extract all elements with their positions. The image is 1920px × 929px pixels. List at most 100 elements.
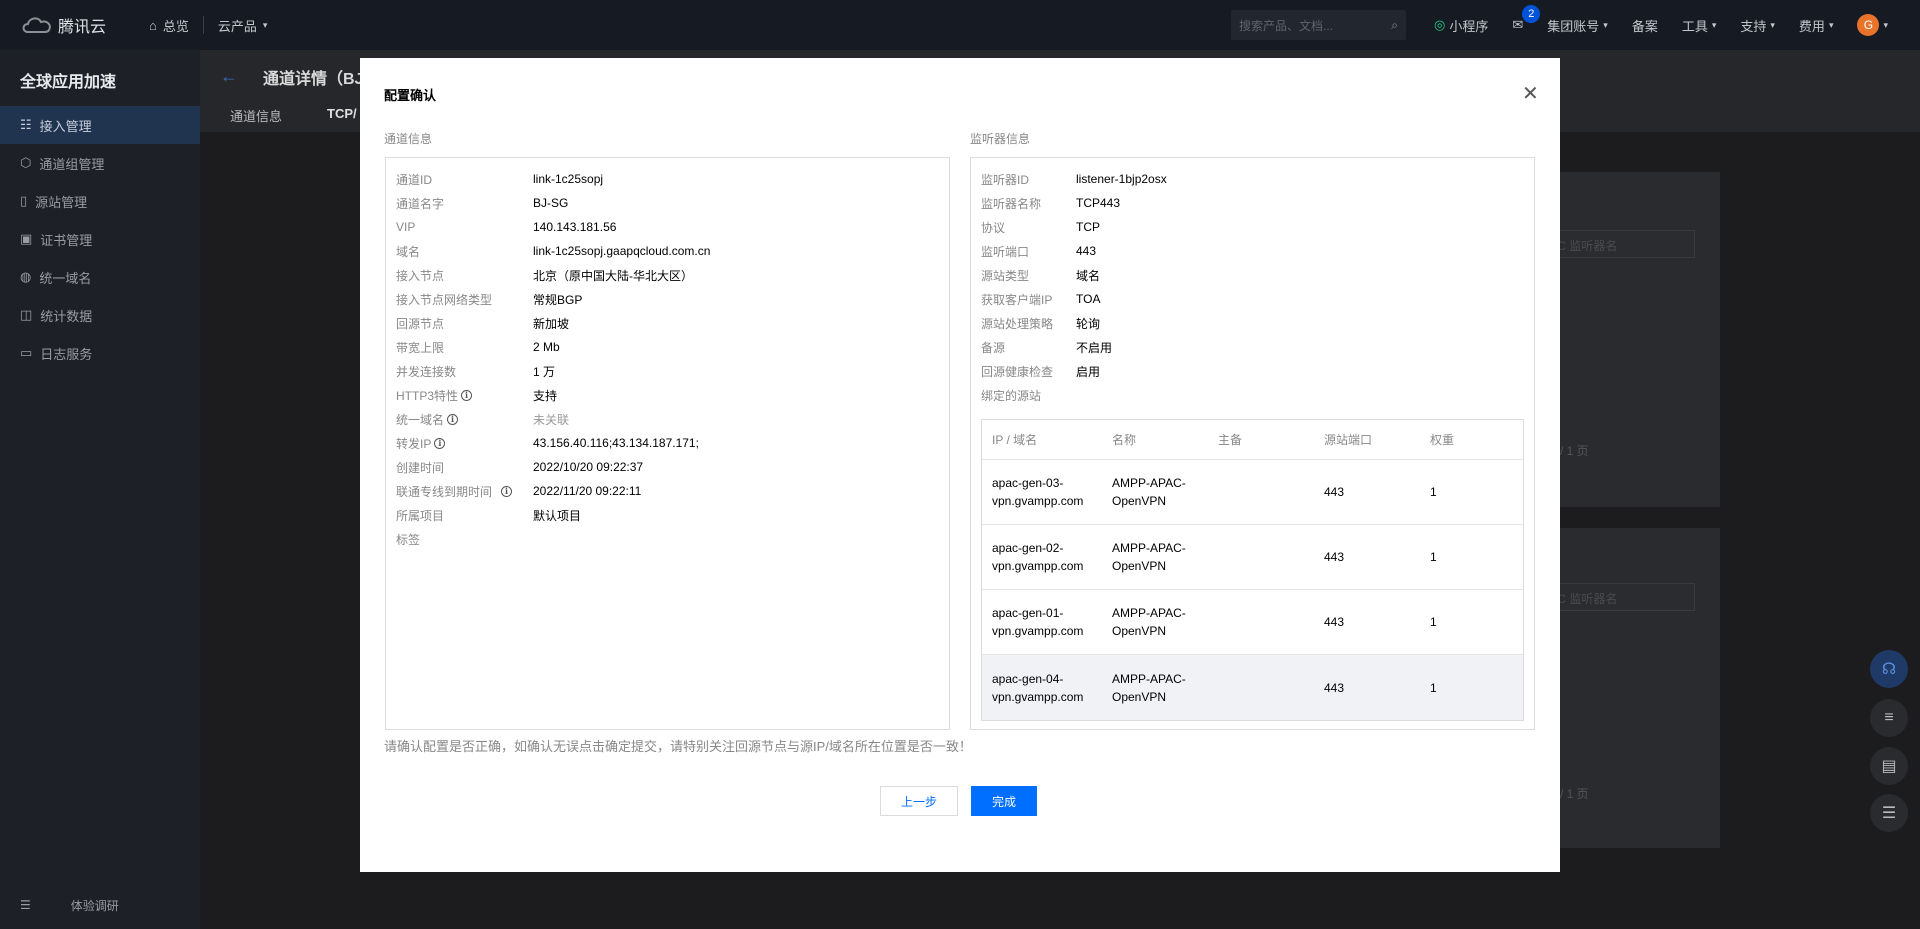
beian-link[interactable]: 备案 [1620, 16, 1670, 35]
sidebar-item-certificate[interactable]: ▣ 证书管理 [0, 220, 200, 258]
tab-tcp[interactable]: TCP/ [327, 106, 357, 121]
mail-button[interactable]: ✉ 2 [1500, 5, 1541, 33]
channel-info-value: 43.156.40.116;43.134.187.171; [533, 436, 699, 450]
nav-products[interactable]: 云产品 ▾ [204, 16, 282, 35]
document-icon[interactable]: ≡ [1870, 699, 1908, 737]
background-search-input[interactable]: IC 监听器名 [1545, 230, 1695, 258]
channel-info-row: 接入节点网络类型 常规BGP [396, 291, 582, 307]
sidebar-item-domain[interactable]: ◍ 统一域名 [0, 258, 200, 296]
background-search-input[interactable]: IC 监听器名 [1545, 583, 1695, 611]
channel-info-key: 统一域名 i [396, 411, 459, 428]
host-line: apac-gen-03- [992, 476, 1064, 490]
user-menu[interactable]: G ▾ [1845, 14, 1900, 36]
channel-info-value: 2022/10/20 09:22:37 [533, 460, 644, 474]
channel-info-key: 带宽上限 [396, 340, 445, 355]
listener-info-row: 源站处理策略 轮询 [981, 315, 1100, 331]
port-cell: 443 [1324, 680, 1345, 695]
tab-channel-info[interactable]: 通道信息 [230, 106, 282, 125]
listener-info-value: 启用 [1076, 364, 1101, 379]
column-header: 主备 [1218, 432, 1243, 447]
channel-info-value: 默认项目 [533, 508, 582, 523]
sidebar-item-log[interactable]: ▭ 日志服务 [0, 334, 200, 372]
config-confirm-dialog: 配置确认 ✕ 通道信息 监听器信息 通道ID link-1c25sopj 通道名… [360, 58, 1560, 872]
listener-info-key: 监听端口 [981, 244, 1030, 259]
headset-icon[interactable]: ☊ [1870, 650, 1908, 688]
nav-overview[interactable]: ⌂ 总览 [135, 16, 203, 35]
channel-info-value: 140.143.181.56 [533, 220, 617, 234]
table-row[interactable]: apac-gen-04- vpn.gvampp.com AMPP-APAC- O… [982, 655, 1523, 720]
listener-info-row: 协议 TCP [981, 219, 1100, 235]
listener-info-value: TOA [1076, 292, 1101, 306]
sidebar-item-label: 源站管理 [35, 194, 88, 210]
background-page-indicator: / 1 页 [1560, 787, 1589, 801]
listener-info-key: 备源 [981, 340, 1006, 355]
table-row[interactable]: apac-gen-01- vpn.gvampp.com AMPP-APAC- O… [982, 590, 1523, 655]
origin-table: IP / 域名 名称 主备 源站端口 权重 apac-gen-03- vpn.g… [981, 419, 1524, 721]
chevron-down-icon: ▾ [262, 19, 268, 30]
column-header: 源站端口 [1324, 432, 1373, 447]
name-line: AMPP-APAC- [1112, 606, 1186, 620]
sidebar-item-stats[interactable]: ◫ 统计数据 [0, 296, 200, 334]
sidebar-item-label: 证书管理 [40, 232, 93, 248]
close-icon[interactable]: ✕ [1522, 84, 1539, 104]
listener-info-value: 轮询 [1076, 316, 1101, 331]
name-cell: AMPP-APAC- OpenVPN [1102, 604, 1208, 640]
info-icon[interactable]: i [447, 413, 459, 425]
group-account-menu[interactable]: 集团账号 ▾ [1535, 16, 1620, 35]
brand-logo[interactable]: 腾讯云 [20, 13, 135, 37]
listener-info-key: 回源健康检查 [981, 364, 1054, 379]
list-icon[interactable]: ☰ [1870, 794, 1908, 832]
mini-program-label: 小程序 [1449, 18, 1489, 34]
port-cell: 443 [1324, 485, 1345, 499]
mail-icon: ✉ [1512, 17, 1524, 32]
search-icon: ⌕ [1391, 17, 1398, 32]
chevron-down-icon: ▾ [1883, 19, 1888, 30]
table-row[interactable]: apac-gen-02- vpn.gvampp.com AMPP-APAC- O… [982, 525, 1523, 590]
avatar: G [1857, 14, 1880, 36]
collapse-menu-icon[interactable]: ☰ [20, 898, 31, 912]
tools-menu[interactable]: 工具 ▾ [1670, 16, 1729, 35]
channel-info-key: 创建时间 [396, 460, 445, 475]
host-line: vpn.gvampp.com [992, 494, 1084, 508]
listener-info-box: 监听器ID listener-1bjp2osx 监听器名称 TCP443 协议 … [970, 157, 1535, 730]
channel-info-key-label: 统一域名 [396, 412, 445, 427]
info-icon[interactable]: i [501, 485, 513, 497]
channel-info-key: 转发IP i [396, 435, 446, 452]
top-navbar: 腾讯云 ⌂ 总览 云产品 ▾ 搜索产品、文档... ⌕ ◎ 小程序 ✉ 2 集团… [0, 0, 1920, 50]
sidebar-item-label: 通道组管理 [39, 156, 105, 172]
global-search-input[interactable]: 搜索产品、文档... ⌕ [1231, 10, 1406, 40]
info-icon[interactable]: i [434, 437, 446, 449]
survey-link[interactable]: 体验调研 [71, 897, 119, 914]
sidebar-item-group[interactable]: ⬡ 通道组管理 [0, 144, 200, 182]
info-icon[interactable]: i [461, 389, 473, 401]
channel-info-key: 回源节点 [396, 316, 445, 331]
listener-info-row: 绑定的源站 [981, 387, 1041, 403]
sidebar: 全球应用加速 ☷ 接入管理 ⬡ 通道组管理 ▯ 源站管理 ▣ 证书管理 ◍ 统一… [0, 50, 200, 929]
mini-program-link[interactable]: ◎ 小程序 [1422, 16, 1500, 35]
channel-info-row: 回源节点 新加坡 [396, 315, 569, 331]
listener-info-key: 源站处理策略 [981, 316, 1054, 331]
channel-info-row: VIP 140.143.181.56 [396, 219, 616, 235]
host-cell: apac-gen-01- vpn.gvampp.com [982, 604, 1102, 640]
channel-info-row: 创建时间 2022/10/20 09:22:37 [396, 459, 643, 475]
listener-section-label: 监听器信息 [970, 132, 1031, 146]
billing-menu[interactable]: 费用 ▾ [1787, 16, 1846, 35]
support-menu[interactable]: 支持 ▾ [1728, 16, 1787, 35]
back-arrow-icon[interactable]: ← [220, 66, 238, 87]
sidebar-item-label: 接入管理 [39, 118, 92, 134]
table-row[interactable]: apac-gen-03- vpn.gvampp.com AMPP-APAC- O… [982, 460, 1523, 525]
channel-info-key: 接入节点 [396, 268, 445, 283]
channel-section-label: 通道信息 [384, 132, 433, 146]
port-cell: 443 [1324, 550, 1345, 564]
channel-info-key: 通道名字 [396, 196, 445, 211]
done-button[interactable]: 完成 [971, 786, 1037, 816]
sidebar-item-origin[interactable]: ▯ 源站管理 [0, 182, 200, 220]
previous-step-button[interactable]: 上一步 [880, 786, 958, 816]
nav-overview-label: 总览 [162, 18, 189, 34]
book-icon[interactable]: ▤ [1870, 747, 1908, 785]
sidebar-item-access[interactable]: ☷ 接入管理 [0, 106, 200, 144]
chevron-down-icon: ▾ [1711, 19, 1717, 30]
channel-info-value: 支持 [533, 388, 558, 403]
channel-info-value: link-1c25sopj [533, 172, 604, 186]
listener-info-key: 绑定的源站 [981, 388, 1042, 403]
